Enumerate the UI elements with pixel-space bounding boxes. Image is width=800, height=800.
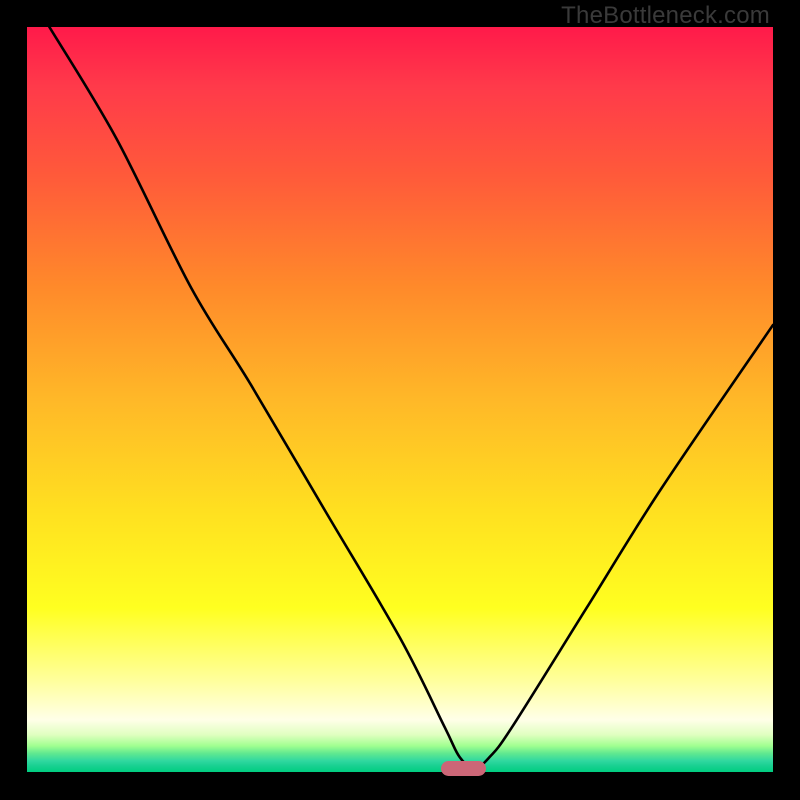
optimal-marker xyxy=(441,761,486,776)
chart-container: TheBottleneck.com xyxy=(0,0,800,800)
plot-area xyxy=(27,27,773,772)
watermark-text: TheBottleneck.com xyxy=(561,2,770,30)
